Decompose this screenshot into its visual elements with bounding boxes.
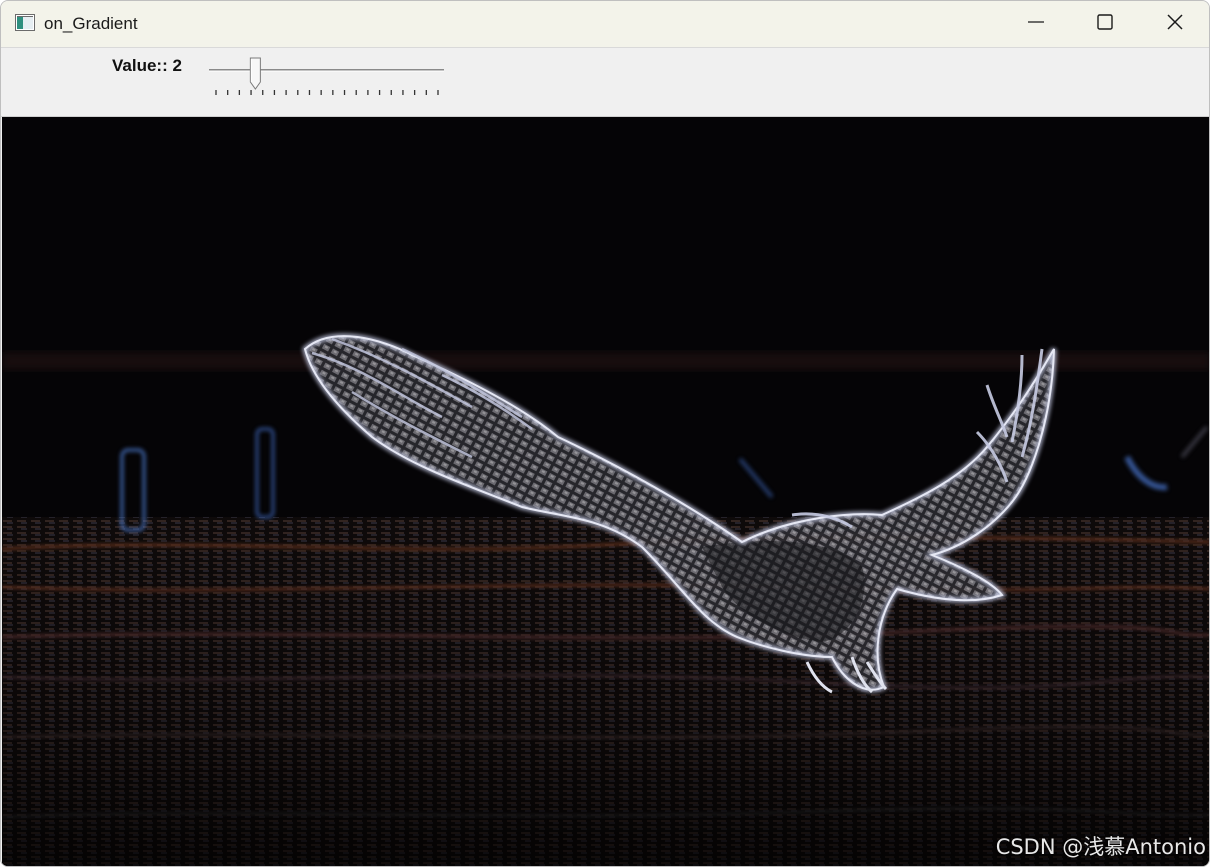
- minimize-button[interactable]: [1001, 1, 1071, 47]
- gradient-image-view: CSDN @浅慕Antonio: [2, 117, 1209, 866]
- minimize-icon: [1026, 12, 1046, 37]
- trackbar-label: Value:: 2: [112, 56, 182, 75]
- trackbar-track[interactable]: [209, 69, 444, 72]
- trackbar-thumb[interactable]: [249, 57, 261, 90]
- trackbar-ticks: [215, 90, 439, 95]
- app-window-icon: [15, 14, 35, 31]
- close-button[interactable]: [1140, 1, 1209, 47]
- csdn-watermark: CSDN @浅慕Antonio: [995, 835, 1206, 859]
- title-bar[interactable]: on_Gradient: [1, 1, 1209, 48]
- close-icon: [1165, 12, 1185, 37]
- value-trackbar[interactable]: [206, 54, 451, 104]
- horizon-band: [2, 352, 1209, 370]
- background-ground-texture: [2, 517, 1209, 866]
- gradient-image: [2, 333, 1209, 866]
- window-title: on_Gradient: [44, 14, 138, 33]
- maximize-icon: [1095, 12, 1115, 37]
- app-window: on_Gradient Value:: 2 CSDN @浅慕Antonio: [0, 0, 1210, 867]
- maximize-button[interactable]: [1070, 1, 1140, 47]
- trackbar-panel: Value:: 2: [1, 48, 1209, 117]
